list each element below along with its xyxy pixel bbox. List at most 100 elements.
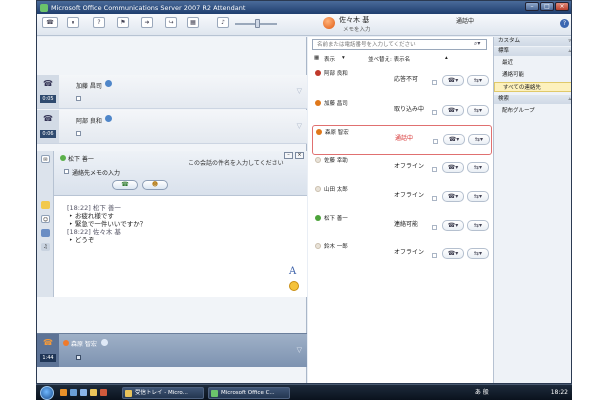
- contact-status: オフライン: [394, 192, 425, 199]
- call-pane: ☎ 0:05 加藤 昌司 ▽ ☎ 0:06 阿部 良和 ▽ ✉ ☺ ♫ 松下 善…: [37, 37, 307, 383]
- folder-icon[interactable]: [90, 389, 97, 396]
- transfer-contact-button[interactable]: ⇆▾: [467, 220, 489, 231]
- call-contact-button[interactable]: ☎▾: [442, 105, 464, 116]
- call-button[interactable]: ☎: [112, 180, 138, 190]
- contact-row[interactable]: 森原 智宏 通話中 ☎▾ ⇆▾: [312, 125, 492, 155]
- chevron-down-icon[interactable]: ▿: [568, 37, 571, 46]
- emoticon-icon[interactable]: [289, 281, 299, 291]
- call-contact-button[interactable]: ☎▾: [442, 248, 464, 259]
- chevron-up-icon[interactable]: ▵: [568, 47, 571, 56]
- subject-input[interactable]: この会話の件名を入力してください: [188, 158, 284, 167]
- desktop-icon[interactable]: [70, 389, 77, 396]
- contact-row[interactable]: 松下 善一 連絡可能 ☎▾ ⇆▾: [312, 212, 492, 242]
- help-topic-icon[interactable]: ?: [93, 17, 105, 28]
- firefox-icon[interactable]: [60, 389, 67, 396]
- group-header-search[interactable]: 検索 ▵: [494, 95, 571, 104]
- transfer-contact-button[interactable]: ⇆▾: [467, 191, 489, 202]
- audio-icon[interactable]: ♫: [41, 243, 50, 251]
- transfer-icon[interactable]: ➜: [141, 17, 153, 28]
- group-header-standard[interactable]: 標準 ▵: [494, 47, 571, 56]
- active-call-item[interactable]: ☎ 1:44 森原 智宏 ▽: [37, 333, 307, 367]
- volume-slider-knob[interactable]: [255, 19, 260, 28]
- group-item-recent[interactable]: 最近: [494, 58, 571, 68]
- contact-row[interactable]: 阿部 良和 応答不可 ☎▾ ⇆▾: [312, 67, 492, 97]
- start-button[interactable]: [40, 386, 54, 400]
- contact-row[interactable]: 鈴木 一郎 オフライン ☎▾ ⇆▾: [312, 240, 492, 270]
- chevron-down-icon[interactable]: ▽: [297, 122, 302, 130]
- self-note[interactable]: メモを入力: [343, 25, 371, 33]
- contact-note-checkbox[interactable]: [432, 110, 437, 115]
- close-button[interactable]: ×: [555, 2, 569, 11]
- media-icon[interactable]: [100, 389, 107, 396]
- hold-icon[interactable]: ⏸: [67, 17, 79, 28]
- contact-note-checkbox[interactable]: [432, 167, 437, 172]
- chat-icon[interactable]: ☺: [41, 215, 50, 223]
- contact-search-input[interactable]: [312, 39, 487, 50]
- note-checkbox[interactable]: [76, 355, 81, 360]
- note-icon[interactable]: [41, 201, 50, 209]
- ime-indicator[interactable]: あ 般: [475, 389, 489, 396]
- conversation-controls: – ×: [284, 152, 304, 159]
- contact-note-checkbox[interactable]: [433, 139, 438, 144]
- call-item[interactable]: ☎ 0:06 阿部 良和 ▽: [37, 110, 307, 144]
- font-icon[interactable]: A: [289, 266, 296, 277]
- transfer-contact-button[interactable]: ⇆▾: [467, 105, 489, 116]
- contact-row[interactable]: 山田 太郎 オフライン ☎▾ ⇆▾: [312, 183, 492, 213]
- search-icon[interactable]: ⌕▾: [474, 40, 480, 48]
- taskbar-outlook-button[interactable]: 受信トレイ - Micro...: [122, 387, 204, 399]
- group-item-available[interactable]: 通絡可能: [494, 70, 571, 80]
- group-item-all-contacts[interactable]: すべての連絡先: [494, 82, 571, 92]
- call-item[interactable]: ☎ 0:05 加藤 昌司 ▽: [37, 75, 307, 109]
- maximize-button[interactable]: □: [540, 2, 554, 11]
- view-menu[interactable]: 表示: [324, 55, 335, 63]
- forward-icon[interactable]: ↪: [165, 17, 177, 28]
- contact-note-checkbox[interactable]: [432, 196, 437, 201]
- attendant-window: Microsoft Office Communications Server 2…: [36, 0, 572, 384]
- flag-icon[interactable]: ⚑: [117, 17, 129, 28]
- call-contact-button[interactable]: ☎▾: [442, 191, 464, 202]
- taskbar-button-label: 受信トレイ - Micro...: [135, 390, 188, 396]
- call-contact-button[interactable]: ☎▾: [442, 162, 464, 173]
- chevron-up-icon[interactable]: ▵: [568, 95, 571, 104]
- call-contact-button[interactable]: ☎▾: [442, 220, 464, 231]
- group-item-distribution[interactable]: 配布グループ: [494, 106, 571, 116]
- clock[interactable]: 18:22: [551, 389, 568, 396]
- minimize-button[interactable]: –: [525, 2, 539, 11]
- minimize-conversation-button[interactable]: –: [284, 152, 293, 159]
- contact-note-checkbox[interactable]: [432, 225, 437, 230]
- transfer-contact-button[interactable]: ⇆▾: [467, 162, 489, 173]
- sort-order-icon[interactable]: ▴: [445, 55, 448, 61]
- phone-icon: ☎: [43, 79, 53, 88]
- add-participant-button[interactable]: ☻: [142, 180, 168, 190]
- volume-icon[interactable]: ♪: [217, 17, 229, 28]
- chevron-down-icon[interactable]: ▽: [297, 346, 302, 354]
- im-icon[interactable]: ✉: [41, 155, 50, 163]
- transfer-contact-button[interactable]: ⇆▾: [467, 248, 489, 259]
- note-checkbox[interactable]: [76, 131, 81, 136]
- chevron-down-icon[interactable]: ▽: [297, 87, 302, 95]
- app-icon: [40, 3, 48, 12]
- switch-windows-icon[interactable]: [80, 389, 87, 396]
- view-menu-icon[interactable]: ▦: [314, 55, 319, 61]
- transfer-contact-button[interactable]: ⇆▾: [468, 134, 490, 145]
- people-icon[interactable]: [41, 229, 50, 237]
- taskbar-attendant-button[interactable]: Microsoft Office C...: [208, 387, 290, 399]
- contact-note-checkbox[interactable]: [432, 253, 437, 258]
- transfer-contact-button[interactable]: ⇆▾: [467, 75, 489, 86]
- contact-note-checkbox[interactable]: [64, 169, 69, 174]
- sort-menu[interactable]: 並べ替え: 表示名: [368, 55, 410, 63]
- presence-icon[interactable]: [323, 17, 335, 29]
- call-contact-button[interactable]: ☎▾: [443, 134, 465, 145]
- chevron-down-icon[interactable]: ▾: [342, 55, 345, 61]
- dialpad-icon[interactable]: ▦: [187, 17, 199, 28]
- note-checkbox[interactable]: [76, 96, 81, 101]
- contacts-pane: ⌕▾ ▦ 表示 ▾ 並べ替え: 表示名 ▴ 阿部 良和応答不可☎▾⇆▾加藤 昌司…: [308, 37, 493, 383]
- close-conversation-button[interactable]: ×: [295, 152, 304, 159]
- contact-row[interactable]: 加藤 昌司 取り込み中 ☎▾ ⇆▾: [312, 97, 492, 127]
- help-icon[interactable]: ?: [560, 19, 569, 28]
- contact-note-checkbox[interactable]: [432, 80, 437, 85]
- call-icon[interactable]: ☎: [42, 17, 58, 28]
- call-contact-button[interactable]: ☎▾: [442, 75, 464, 86]
- contact-row[interactable]: 佐藤 幸助 オフライン ☎▾ ⇆▾: [312, 154, 492, 184]
- group-header-custom[interactable]: カスタム ▿: [494, 37, 571, 46]
